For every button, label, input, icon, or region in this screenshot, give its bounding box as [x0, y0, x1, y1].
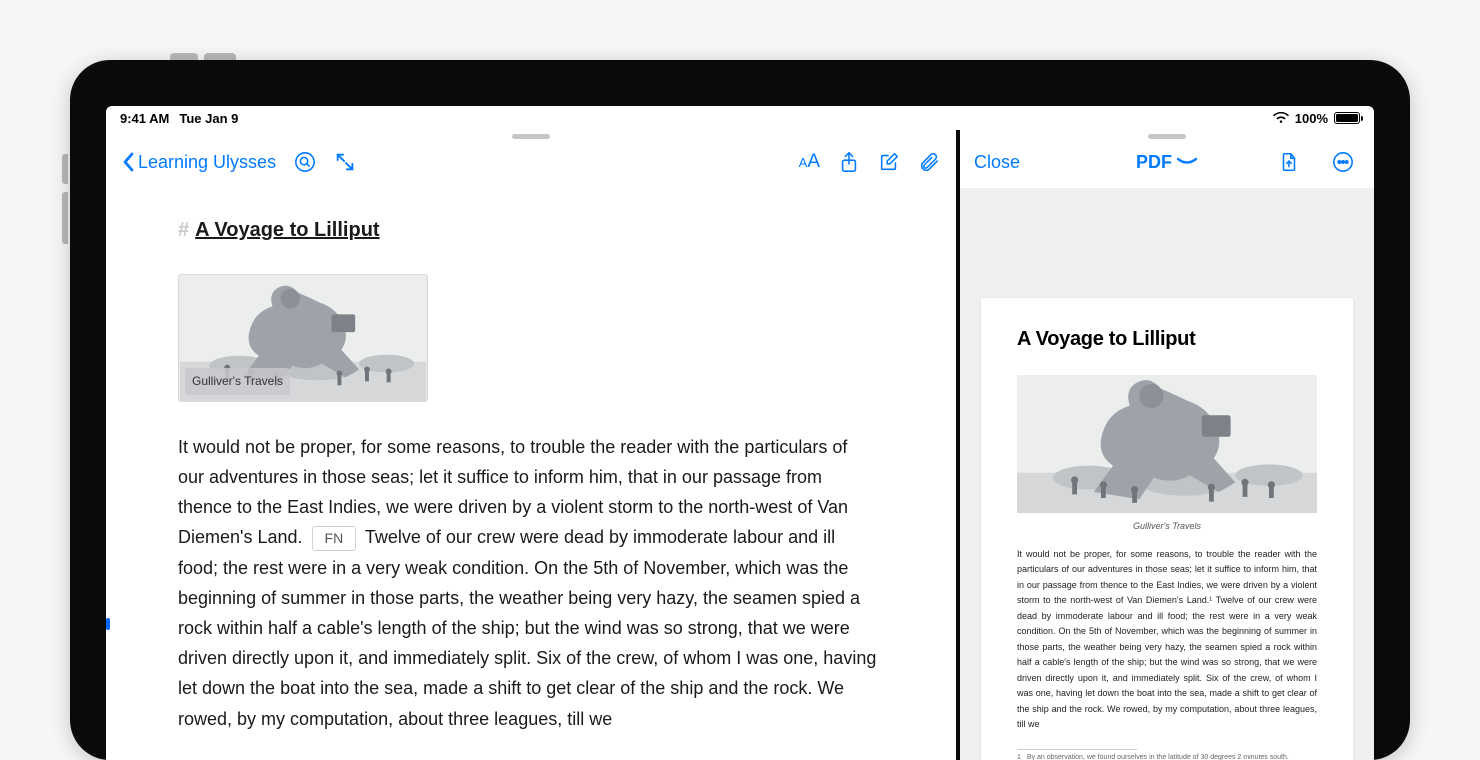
editor-pane: Learning Ulysses AA: [106, 130, 960, 760]
body-paragraph: It would not be proper, for some reasons…: [178, 432, 878, 734]
status-date: Tue Jan 9: [179, 111, 238, 126]
image-caption-tag: Gulliver's Travels: [185, 368, 290, 394]
heading-marker: #: [178, 214, 189, 248]
back-button[interactable]: Learning Ulysses: [116, 148, 282, 177]
expand-button[interactable]: [328, 147, 362, 177]
left-edge-indicator: [106, 618, 110, 630]
expand-arrows-icon: [334, 151, 356, 173]
attachment-button[interactable]: [912, 147, 946, 177]
more-button[interactable]: [1326, 147, 1360, 177]
share-button[interactable]: [832, 147, 866, 177]
close-button[interactable]: Close: [974, 152, 1020, 173]
preview-footnote: 1 By an observation, we found ourselves …: [1017, 754, 1317, 760]
preview-caption: Gulliver's Travels: [1017, 521, 1317, 531]
footnote-text: By an observation, we found ourselves in…: [1027, 754, 1289, 760]
body-after-fn: Twelve of our crew were dead by immodera…: [178, 527, 876, 728]
document-heading: A Voyage to Lilliput: [195, 214, 379, 248]
export-format-selector[interactable]: PDF: [1136, 152, 1198, 173]
wifi-icon: [1273, 112, 1289, 124]
ipad-frame: 9:41 AM Tue Jan 9 100% Learning Ulys: [70, 60, 1410, 760]
status-battery-pct: 100%: [1295, 111, 1328, 126]
preview-body: It would not be proper, for some reasons…: [1017, 547, 1317, 733]
editor-content[interactable]: # A Voyage to Lilliput: [106, 188, 956, 734]
document-arrow-icon: [1278, 151, 1300, 173]
preview-toolbar: Close PDF: [960, 136, 1374, 188]
preview-image: [1017, 375, 1317, 513]
back-label: Learning Ulysses: [138, 152, 276, 173]
aA-small: A: [799, 155, 808, 170]
footnote-tag[interactable]: FN: [312, 526, 357, 551]
image-attachment[interactable]: Gulliver's Travels: [178, 274, 428, 402]
footnote-rule: [1017, 749, 1137, 750]
search-button[interactable]: [288, 147, 322, 177]
preview-scroll-area[interactable]: A Voyage to Lilliput: [960, 188, 1374, 760]
export-format-label: PDF: [1136, 152, 1172, 173]
search-icon: [294, 151, 316, 173]
export-save-button[interactable]: [1272, 147, 1306, 177]
preview-pane: Close PDF: [960, 130, 1374, 760]
gulliver-illustration-preview: [1017, 375, 1317, 513]
preview-page: A Voyage to Lilliput: [981, 298, 1353, 760]
preview-title: A Voyage to Lilliput: [1017, 328, 1317, 351]
share-icon: [838, 151, 860, 173]
chevron-down-wide-icon: [1176, 156, 1198, 168]
chevron-left-icon: [122, 152, 136, 172]
compose-icon: [878, 151, 900, 173]
editor-toolbar: Learning Ulysses AA: [106, 136, 956, 188]
text-style-button[interactable]: AA: [793, 147, 826, 177]
battery-icon: [1334, 112, 1360, 124]
screen: 9:41 AM Tue Jan 9 100% Learning Ulys: [106, 106, 1374, 760]
status-time: 9:41 AM: [120, 111, 169, 126]
paperclip-icon: [918, 151, 940, 173]
footnote-number: 1: [1017, 754, 1021, 760]
aA-large: A: [807, 151, 820, 173]
ellipsis-circle-icon: [1332, 151, 1354, 173]
status-bar: 9:41 AM Tue Jan 9 100%: [106, 106, 1374, 130]
compose-button[interactable]: [872, 147, 906, 177]
